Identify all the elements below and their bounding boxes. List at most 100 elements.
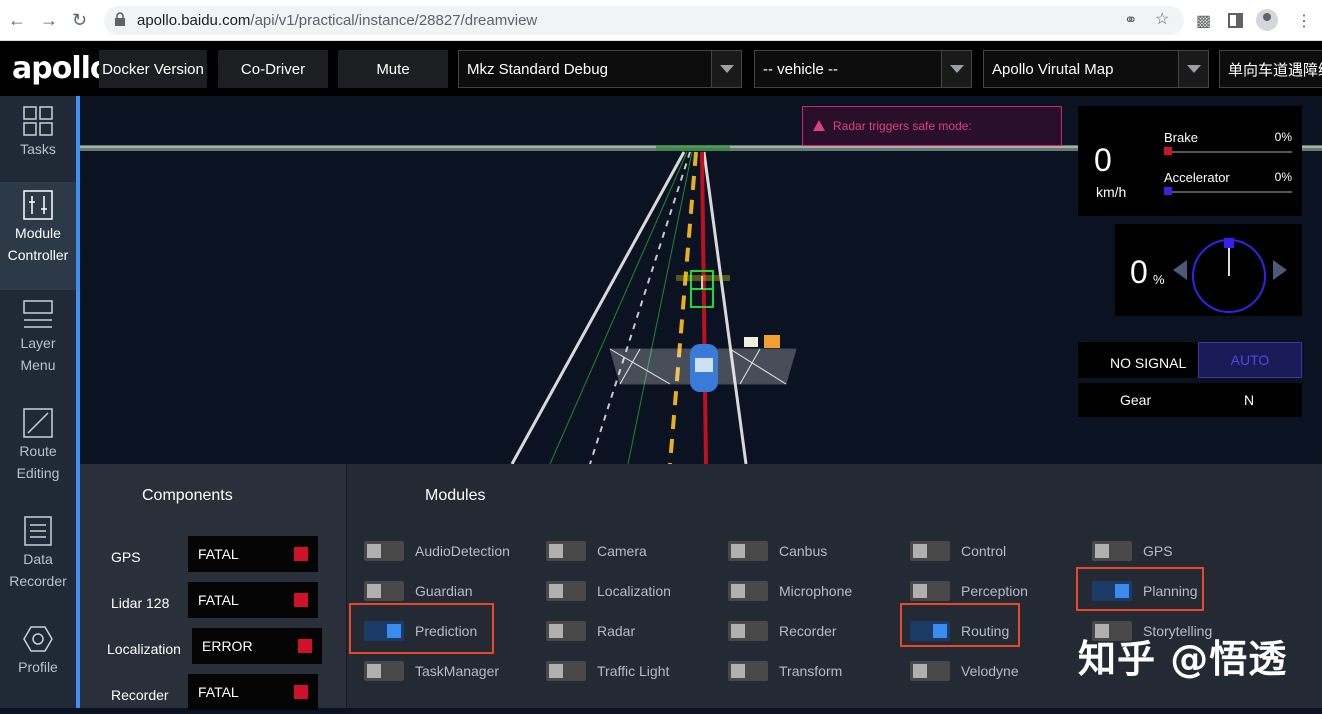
accelerator-knob (1164, 187, 1172, 195)
status-indicator (294, 685, 308, 699)
sidebar-item-route-editing[interactable]: Route Editing (0, 408, 76, 484)
mode-select[interactable]: Mkz Standard Debug (458, 50, 742, 88)
toggle-knob (549, 624, 563, 638)
sidebar: Tasks Module Controller Layer Menu Route… (0, 96, 76, 708)
speed-value: 0 (1094, 142, 1112, 178)
star-icon[interactable]: ☆ (1155, 9, 1169, 29)
signal-text: NO SIGNAL (1110, 355, 1187, 371)
steering-marker (1224, 238, 1234, 248)
sidebar-item-tasks[interactable]: Tasks (0, 106, 76, 160)
sidebar-item-data-recorder[interactable]: Data Recorder (0, 516, 76, 592)
back-arrow-icon[interactable]: ← (8, 10, 26, 31)
toggle-knob (1095, 544, 1109, 558)
route-editing-icon (23, 408, 53, 438)
toggle-knob (731, 624, 745, 638)
status-indicator (298, 639, 312, 653)
app-header: apollo Docker Version Co-Driver Mute Mkz… (0, 41, 1322, 96)
toggle-switch[interactable] (546, 581, 586, 601)
toggle-switch[interactable] (910, 581, 950, 601)
status-indicator (294, 593, 308, 607)
gear-value: N (1244, 392, 1255, 408)
extensions-icon[interactable]: ▩ (1196, 11, 1211, 31)
lane-boundary-left (510, 151, 686, 464)
module-label: Transform (779, 663, 843, 679)
toggle-knob (549, 584, 563, 598)
profile-avatar[interactable] (1256, 9, 1278, 31)
scenario-select-value: 单向车道遇障绕 (1228, 61, 1322, 79)
address-bar[interactable]: apollo.baidu.com/api/v1/practical/instan… (104, 6, 1184, 35)
toggle-switch[interactable] (728, 541, 768, 561)
forward-arrow-icon[interactable]: → (40, 10, 58, 31)
toggle-switch[interactable] (728, 661, 768, 681)
component-status: FATAL (188, 536, 318, 572)
mode-select-value: Mkz Standard Debug (467, 60, 608, 78)
module-label: Radar (597, 623, 636, 639)
chevron-down-icon[interactable] (941, 51, 971, 87)
component-status-text: FATAL (198, 546, 239, 562)
sidebar-item-label: Data (23, 551, 53, 567)
toggle-knob (367, 544, 381, 558)
module-label: Perception (961, 583, 1028, 599)
sidebar-item-layer-menu[interactable]: Layer Menu (0, 300, 76, 376)
toggle-switch[interactable] (364, 581, 404, 601)
toggle-switch[interactable] (728, 621, 768, 641)
toggle-switch[interactable] (728, 581, 768, 601)
toggle-switch[interactable] (910, 541, 950, 561)
scenario-select[interactable]: 单向车道遇障绕 (1219, 50, 1322, 88)
url-text: apollo.baidu.com/api/v1/practical/instan… (137, 12, 537, 29)
obstacle-label (676, 275, 730, 281)
docker-version-button[interactable]: Docker Version (99, 50, 207, 88)
ego-vehicle-windshield (695, 358, 713, 372)
status-indicator (294, 547, 308, 561)
component-status-text: FATAL (198, 592, 239, 608)
toggle-switch[interactable] (364, 661, 404, 681)
signal-panel: NO SIGNAL AUTO (1078, 342, 1302, 378)
share-icon[interactable]: ⚭ (1124, 10, 1137, 30)
module-controller-icon (23, 190, 53, 220)
component-name: GPS (111, 549, 141, 565)
component-row-gps: GPS FATAL (80, 536, 347, 576)
toggle-knob (913, 664, 927, 678)
module-label: Microphone (779, 583, 853, 599)
mute-button[interactable]: Mute (338, 50, 448, 88)
components-title: Components (142, 487, 233, 504)
module-label: Recorder (779, 623, 837, 639)
toggle-switch[interactable] (546, 621, 586, 641)
toggle-knob (913, 584, 927, 598)
component-name: Lidar 128 (111, 595, 170, 611)
toggle-switch[interactable] (364, 541, 404, 561)
toggle-switch[interactable] (546, 661, 586, 681)
drive-mode-button[interactable]: AUTO (1198, 342, 1302, 378)
module-label: Localization (597, 583, 671, 599)
alert-banner: Radar triggers safe mode: (802, 106, 1062, 146)
tasks-grid-icon (23, 106, 53, 136)
component-status-text: FATAL (198, 684, 239, 700)
chevron-down-icon[interactable] (1178, 51, 1208, 87)
layer-menu-icon (23, 300, 53, 328)
browser-toolbar: ← → ↻ apollo.baidu.com/api/v1/practical/… (0, 0, 1322, 41)
sidebar-item-label: Menu (20, 357, 56, 373)
vehicle-select[interactable]: -- vehicle -- (754, 50, 972, 88)
url-host: apollo.baidu.com (137, 12, 251, 29)
warning-icon (813, 120, 825, 131)
component-status: ERROR (192, 628, 322, 664)
toggle-knob (549, 664, 563, 678)
side-panel-icon[interactable] (1228, 13, 1243, 28)
sidebar-item-module-controller[interactable]: Module Controller (0, 182, 76, 290)
accelerator-track (1164, 191, 1292, 193)
lock-icon (115, 12, 125, 26)
map-select[interactable]: Apollo Virutal Map (983, 50, 1209, 88)
chevron-down-icon[interactable] (711, 51, 741, 87)
sidebar-item-profile[interactable]: Profile (0, 624, 76, 678)
component-row-lidar: Lidar 128 FATAL (80, 582, 347, 622)
more-menu-icon[interactable]: ⋮ (1296, 11, 1312, 31)
toggle-switch[interactable] (1092, 541, 1132, 561)
component-status-text: ERROR (202, 638, 253, 654)
toggle-knob (731, 584, 745, 598)
scene-view[interactable]: Radar triggers safe mode: 0 km/h Brake 0… (80, 96, 1322, 464)
toggle-switch[interactable] (546, 541, 586, 561)
reload-icon[interactable]: ↻ (72, 10, 87, 31)
co-driver-button[interactable]: Co-Driver (218, 50, 328, 88)
toggle-switch[interactable] (910, 661, 950, 681)
component-name: Localization (107, 641, 181, 657)
